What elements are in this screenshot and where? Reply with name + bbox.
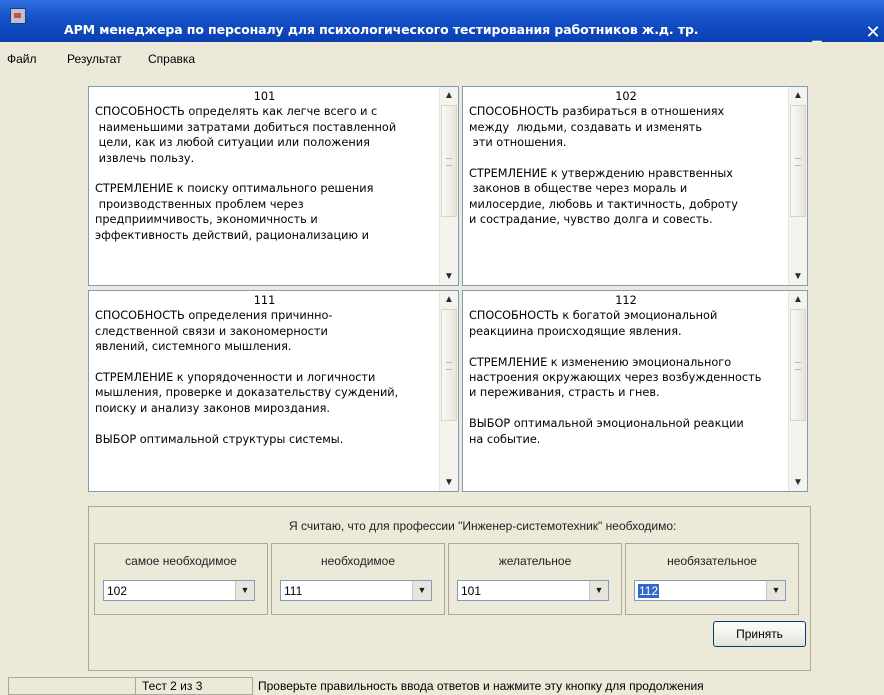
scroll-thumb[interactable] — [441, 309, 457, 421]
scroll-thumb[interactable] — [790, 105, 806, 217]
chevron-down-icon[interactable]: ▼ — [412, 581, 431, 600]
chevron-down-icon[interactable]: ▼ — [235, 581, 254, 600]
group-label: необходимое — [320, 554, 396, 568]
description-text: 112 СПОСОБНОСТЬ к богатой эмоциональной р… — [463, 291, 789, 491]
card-number: 102 — [615, 90, 637, 103]
priority-select[interactable]: 102 ▼ — [103, 580, 255, 601]
chevron-down-icon[interactable]: ▼ — [589, 581, 608, 600]
answer-panel: Я считаю, что для профессии "Инженер-сис… — [88, 506, 811, 671]
description-card-101: 101 СПОСОБНОСТЬ определять как легче всег… — [88, 86, 459, 286]
scroll-thumb[interactable] — [441, 105, 457, 217]
description-text: 111 СПОСОБНОСТЬ определения причинно- сле… — [89, 291, 440, 491]
chevron-down-icon[interactable]: ▼ — [766, 581, 785, 600]
vertical-scrollbar[interactable]: ▲ ▼ — [439, 87, 458, 285]
scroll-thumb[interactable] — [790, 309, 806, 421]
priority-group-needed: необходимое 111 ▼ — [271, 543, 445, 615]
menu-file[interactable]: Файл — [7, 52, 37, 66]
close-button[interactable]: ✕ — [858, 22, 884, 43]
description-card-111: 111 СПОСОБНОСТЬ определения причинно- сле… — [88, 290, 459, 492]
priority-select[interactable]: 112 ▼ — [634, 580, 786, 601]
scroll-down-icon[interactable]: ▼ — [790, 268, 806, 285]
menu-result[interactable]: Результат — [67, 52, 122, 66]
scroll-up-icon[interactable]: ▲ — [441, 87, 457, 104]
priority-group-optional: необязательное 112 ▼ — [625, 543, 799, 615]
card-text: СПОСОБНОСТЬ разбираться в отношениях меж… — [469, 105, 738, 227]
accept-button[interactable]: Принять — [713, 621, 806, 647]
priority-select[interactable]: 101 ▼ — [457, 580, 609, 601]
vertical-scrollbar[interactable]: ▲ ▼ — [439, 291, 458, 491]
scroll-up-icon[interactable]: ▲ — [790, 291, 806, 308]
minimize-button[interactable]: _ — [802, 22, 832, 43]
scroll-up-icon[interactable]: ▲ — [790, 87, 806, 104]
description-text: 102 СПОСОБНОСТЬ разбираться в отношениях … — [463, 87, 789, 285]
menu-bar: Файл Результат Справка — [0, 42, 884, 72]
scroll-down-icon[interactable]: ▼ — [441, 474, 457, 491]
group-label: самое необходимое — [125, 554, 237, 568]
question-prompt: Я считаю, что для профессии "Инженер-сис… — [289, 519, 677, 533]
scroll-up-icon[interactable]: ▲ — [441, 291, 457, 308]
status-cell-blank — [8, 677, 136, 695]
card-number: 111 — [253, 294, 276, 307]
vertical-scrollbar[interactable]: ▲ ▼ — [788, 291, 807, 491]
description-text: 101 СПОСОБНОСТЬ определять как легче всег… — [89, 87, 440, 285]
status-hint: Проверьте правильность ввода ответов и н… — [258, 679, 704, 693]
scroll-down-icon[interactable]: ▼ — [441, 268, 457, 285]
app-icon — [10, 8, 26, 24]
select-value: 102 — [107, 584, 128, 598]
card-text: СПОСОБНОСТЬ к богатой эмоциональной реак… — [469, 309, 762, 446]
card-number: 101 — [253, 90, 276, 103]
vertical-scrollbar[interactable]: ▲ ▼ — [788, 87, 807, 285]
status-bar: Тест 2 из 3 Проверьте правильность ввода… — [0, 677, 884, 695]
select-value: 101 — [461, 584, 482, 598]
card-text: СПОСОБНОСТЬ определять как легче всего и… — [95, 105, 397, 242]
card-text: СПОСОБНОСТЬ определения причинно- следст… — [95, 309, 399, 446]
priority-group-most-needed: самое необходимое 102 ▼ — [94, 543, 268, 615]
scroll-down-icon[interactable]: ▼ — [790, 474, 806, 491]
menu-help[interactable]: Справка — [148, 52, 195, 66]
priority-group-desirable: желательное 101 ▼ — [448, 543, 622, 615]
title-bar: АРМ менеджера по персоналу для психологи… — [0, 0, 884, 43]
window-title: АРМ менеджера по персоналу для психологи… — [64, 22, 699, 37]
group-label: желательное — [498, 554, 572, 568]
group-label: необязательное — [667, 554, 757, 568]
description-card-102: 102 СПОСОБНОСТЬ разбираться в отношениях … — [462, 86, 808, 286]
test-progress: Тест 2 из 3 — [135, 677, 253, 695]
card-number: 112 — [615, 294, 637, 307]
select-value: 112 — [638, 584, 660, 598]
select-value: 111 — [284, 584, 303, 598]
priority-select[interactable]: 111 ▼ — [280, 580, 432, 601]
description-card-112: 112 СПОСОБНОСТЬ к богатой эмоциональной р… — [462, 290, 808, 492]
